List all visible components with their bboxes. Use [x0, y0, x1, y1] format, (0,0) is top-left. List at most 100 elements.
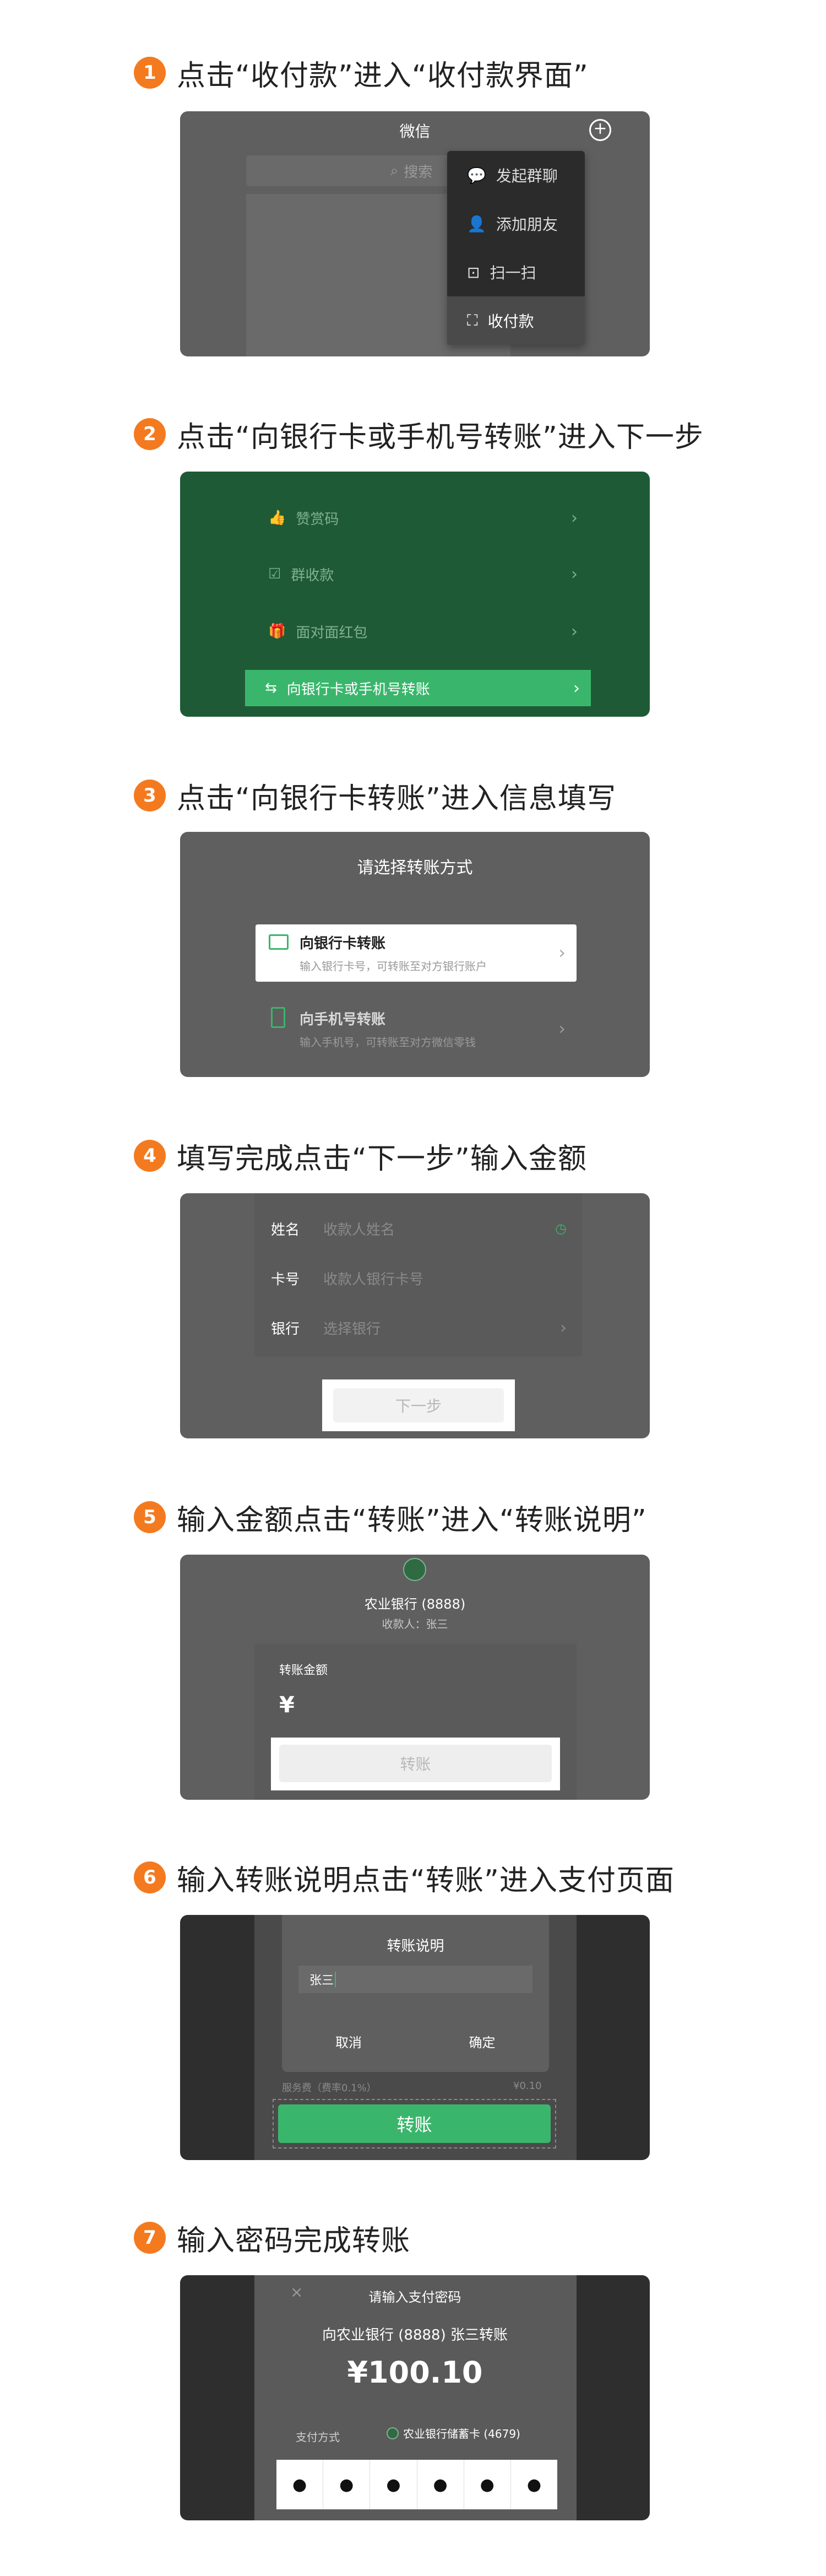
password-input[interactable]: ● ● ● ● ● ●	[276, 2460, 557, 2509]
step-6-title: 6 输入转账说明点击“转账”进入支付页面	[134, 1855, 675, 1899]
menu-item-payment[interactable]: ⛶ 收付款	[447, 296, 585, 345]
card-number-field[interactable]: 卡号 收款人银行卡号	[254, 1254, 582, 1302]
bank-select[interactable]: 银行 选择银行 ›	[254, 1303, 582, 1352]
field-label: 卡号	[271, 1271, 300, 1288]
search-icon: ⌕	[390, 162, 399, 179]
payment-method-value[interactable]: 农业银行储蓄卡 (4679)	[387, 2425, 520, 2441]
fee-label: 服务费（费率0.1%）	[282, 2082, 377, 2094]
password-dot: ●	[370, 2460, 417, 2509]
menu-item-add-friend[interactable]: 👤 添加朋友	[447, 199, 585, 248]
step-title-text: 输入密码完成转账	[177, 2224, 411, 2258]
field-label: 银行	[271, 1321, 300, 1338]
payment-method-text: 农业银行储蓄卡 (4679)	[403, 2427, 520, 2440]
transfer-amount: ¥100.10	[347, 2355, 483, 2390]
step-number: 5	[134, 1501, 166, 1533]
contacts-icon[interactable]: ◷	[555, 1221, 567, 1236]
step-4-panel: 姓名 收款人姓名 ◷ 卡号 收款人银行卡号 银行 选择银行 › 下一步	[180, 1193, 650, 1438]
step-title-text: 点击“向银行卡转账”进入信息填写	[177, 782, 616, 815]
transfer-to-card-or-phone-button[interactable]: ⇆ 向银行卡或手机号转账 ›	[245, 670, 591, 706]
field-label: 姓名	[271, 1221, 300, 1238]
option-title: 向银行卡转账	[300, 935, 386, 952]
step-7-panel: × 请输入支付密码 向农业银行 (8888) 张三转账 ¥100.10 支付方式…	[180, 2275, 650, 2520]
option-phone[interactable]: 向手机号转账 输入手机号，可转账至对方微信零钱 ›	[256, 1000, 577, 1058]
menu-item-scan[interactable]: ⊡ 扫一扫	[447, 248, 585, 296]
next-button[interactable]: 下一步	[333, 1388, 504, 1422]
transfer-button[interactable]: 转账	[278, 2104, 551, 2143]
chevron-right-icon: ›	[571, 508, 578, 528]
chevron-right-icon: ›	[571, 621, 578, 641]
step-number: 2	[134, 418, 166, 450]
bank-logo-icon	[387, 2427, 399, 2439]
step-5-panel: 农业银行 (8888) 收款人：张三 转账金额 ¥ 转账	[180, 1555, 650, 1800]
menu-label: 添加朋友	[496, 215, 558, 234]
password-title: 请输入支付密码	[368, 2290, 461, 2305]
button-label: 向银行卡或手机号转账	[286, 681, 430, 698]
step-title-text: 点击“向银行卡或手机号转账”进入下一步	[177, 420, 704, 454]
choose-method-title: 请选择转账方式	[357, 858, 473, 878]
step-number: 6	[134, 1861, 166, 1893]
thumb-icon: 👍	[268, 510, 286, 526]
step-title-text: 填写完成点击“下一步”输入金额	[177, 1142, 587, 1176]
amount-label: 转账金额	[279, 1664, 328, 1677]
chevron-right-icon: ›	[558, 942, 566, 963]
payment-icon: ⛶	[467, 311, 478, 329]
group-collect-icon: ☑	[268, 566, 281, 582]
option-bank-card[interactable]: 向银行卡转账 输入银行卡号，可转账至对方银行账户 ›	[256, 924, 577, 982]
transfer-target: 向农业银行 (8888) 张三转账	[322, 2327, 508, 2344]
bank-card-icon	[269, 934, 289, 950]
password-dot: ●	[276, 2460, 324, 2509]
description-input[interactable]: 张三	[298, 1966, 532, 1993]
description-dialog: 转账说明 张三 取消 确定	[282, 1915, 549, 2072]
step-2-panel: 👍 赞赏码 › ☑ 群收款 › 🎁 面对面红包 › ⇆ 向银行卡或手机号转账 ›	[180, 472, 650, 717]
field-placeholder: 收款人银行卡号	[323, 1271, 424, 1288]
row-red-packet[interactable]: 🎁 面对面红包 ›	[246, 603, 588, 660]
password-dot: ●	[417, 2460, 464, 2509]
chevron-right-icon: ›	[558, 1018, 566, 1039]
step-1-title: 1 点击“收付款”进入“收付款界面”	[134, 51, 589, 95]
input-value: 张三	[309, 1974, 334, 1988]
chevron-right-icon: ›	[573, 678, 580, 698]
chevron-right-icon: ›	[560, 1318, 567, 1338]
red-packet-icon: 🎁	[268, 623, 286, 640]
bank-logo-icon	[403, 1558, 426, 1581]
field-placeholder: 收款人姓名	[323, 1221, 395, 1238]
step-2-title: 2 点击“向银行卡或手机号转账”进入下一步	[134, 412, 704, 456]
wechat-header-title: 微信	[399, 122, 431, 140]
row-reward-code[interactable]: 👍 赞赏码 ›	[246, 489, 588, 546]
menu-item-group-chat[interactable]: 💬 发起群聊	[447, 151, 585, 199]
row-group-collect[interactable]: ☑ 群收款 ›	[246, 545, 588, 603]
step-3-title: 3 点击“向银行卡转账”进入信息填写	[134, 773, 616, 818]
cancel-button[interactable]: 取消	[282, 2032, 415, 2051]
phone-icon	[271, 1007, 285, 1028]
payment-method-label: 支付方式	[296, 2431, 340, 2444]
step-3-panel: 请选择转账方式 向银行卡转账 输入银行卡号，可转账至对方银行账户 › 向手机号转…	[180, 832, 650, 1077]
menu-label: 收付款	[487, 312, 534, 331]
currency-symbol[interactable]: ¥	[279, 1692, 295, 1718]
text-cursor	[335, 1972, 336, 1987]
scan-icon: ⊡	[467, 263, 480, 282]
step-1-panel: 微信 + ⌕ 搜索 💬 发起群聊 👤 添加朋友 ⊡ 扫一扫 ⛶ 收付款	[180, 111, 650, 356]
row-label: 面对面红包	[296, 624, 368, 641]
dialog-title: 转账说明	[387, 1938, 444, 1955]
step-5-title: 5 输入金额点击“转账”进入“转账说明”	[134, 1495, 647, 1539]
menu-label: 扫一扫	[490, 264, 536, 282]
password-dot: ●	[323, 2460, 371, 2509]
plus-icon[interactable]: +	[589, 119, 611, 141]
transfer-arrows-icon: ⇆	[265, 680, 277, 696]
field-placeholder: 选择银行	[323, 1321, 381, 1338]
option-subtitle: 输入银行卡号，可转账至对方银行账户	[300, 960, 487, 973]
payee-name: 收款人：张三	[382, 1617, 448, 1631]
add-friend-icon: 👤	[467, 214, 486, 233]
password-dot: ●	[526, 2475, 542, 2494]
chevron-right-icon: ›	[571, 564, 578, 584]
option-subtitle: 输入手机号，可转账至对方微信零钱	[300, 1036, 476, 1049]
fee-value: ¥0.10	[513, 2080, 542, 2092]
step-title-text: 输入转账说明点击“转账”进入支付页面	[177, 1864, 675, 1897]
transfer-button[interactable]: 转账	[279, 1745, 552, 1782]
option-title: 向手机号转账	[300, 1011, 386, 1028]
confirm-button[interactable]: 确定	[415, 2032, 549, 2051]
step-4-title: 4 填写完成点击“下一步”输入金额	[134, 1134, 587, 1178]
name-field[interactable]: 姓名 收款人姓名 ◷	[254, 1204, 582, 1253]
step-number: 1	[134, 57, 166, 89]
step-title-text: 输入金额点击“转账”进入“转账说明”	[177, 1503, 647, 1537]
